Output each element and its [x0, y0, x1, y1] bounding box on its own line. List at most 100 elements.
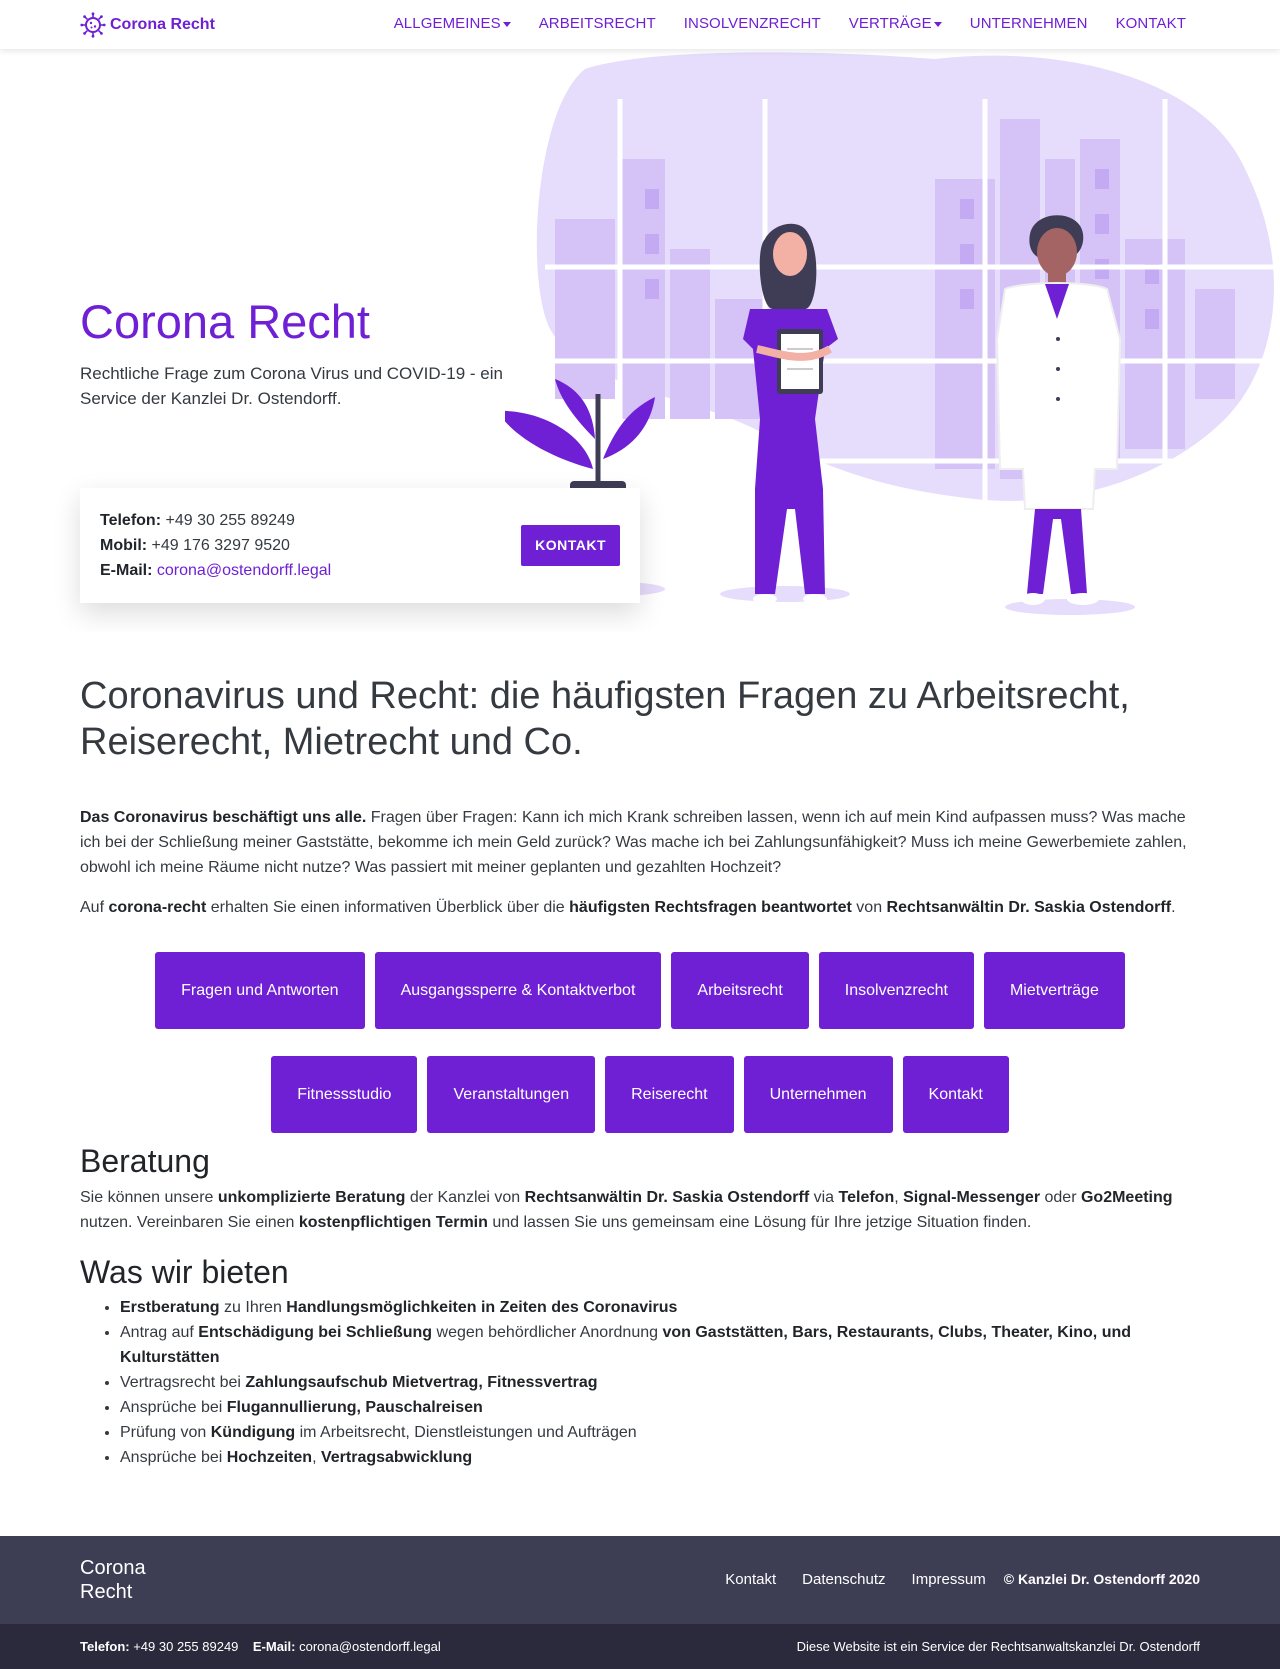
bold-text: Handlungsmöglichkeiten in Zeiten des Cor… [286, 1298, 678, 1316]
text: Sie können unsere [80, 1188, 218, 1206]
contact-mobile-line: Mobil: +49 176 3297 9520 [100, 533, 331, 558]
bold-text: Go2Meeting [1080, 1188, 1173, 1206]
nav-label: ALLGEMEINES [393, 15, 501, 33]
intro-paragraph: Das Coronavirus beschäftigt uns alle. Fr… [80, 805, 1200, 880]
brand-link[interactable]: Corona Recht [80, 11, 215, 38]
topic-button-unternehmen[interactable]: Unternehmen [743, 1056, 893, 1134]
text: Auf [80, 899, 109, 917]
phone-value: +49 30 255 89249 [165, 512, 295, 529]
main-heading: Coronavirus und Recht: die häufigsten Fr… [80, 675, 1130, 763]
text: wegen behördlicher Anordnung [432, 1323, 663, 1341]
beratung-paragraph: Sie können unsere unkomplizierte Beratun… [80, 1185, 1200, 1235]
bold-text: Erstberatung [120, 1298, 220, 1316]
subfooter-phone-label: Telefon: [80, 1638, 130, 1654]
intro-bold: Das Coronavirus beschäftigt uns alle. [80, 809, 367, 827]
list-item: Antrag auf Entschädigung bei Schließung … [120, 1320, 1200, 1370]
nav-item-insolvenzrecht[interactable]: INSOLVENZRECHT [684, 13, 821, 36]
text: im Arbeitsrecht, Dienstleistungen und Au… [295, 1423, 637, 1441]
main-content: Coronavirus und Recht: die häufigsten Fr… [80, 674, 1200, 1470]
mobile-value: +49 176 3297 9520 [151, 537, 290, 554]
footer-link-kontakt[interactable]: Kontakt [725, 1569, 776, 1592]
topic-button-mietvertraege[interactable]: Mietverträge [983, 952, 1125, 1030]
nav-item-arbeitsrecht[interactable]: ARBEITSRECHT [539, 13, 656, 36]
list-item: Vertragsrecht bei Zahlungsaufschub Mietv… [120, 1370, 1200, 1395]
nav-item-kontakt[interactable]: KONTAKT [1116, 13, 1186, 36]
contact-lines: Telefon: +49 30 255 89249 Mobil: +49 176… [100, 508, 331, 583]
topic-button-kontakt[interactable]: Kontakt [902, 1056, 1009, 1134]
list-item: Erstberatung zu Ihren Handlungsmöglichke… [120, 1295, 1200, 1320]
topic-button-insolvenzrecht[interactable]: Insolvenzrecht [818, 952, 974, 1030]
navbar: Corona Recht ALLGEMEINES ARBEITSRECHT IN… [0, 0, 1280, 49]
footer-copyright: © Kanzlei Dr. Ostendorff 2020 [1003, 1571, 1200, 1588]
mobile-label: Mobil: [100, 537, 148, 554]
bold-text: Hochzeiten [226, 1448, 313, 1466]
topic-button-veranstaltungen[interactable]: Veranstaltungen [427, 1056, 596, 1134]
list-item: Prüfung von Kündigung im Arbeitsrecht, D… [120, 1420, 1200, 1445]
list-item: Ansprüche bei Flugannullierung, Pauschal… [120, 1395, 1200, 1420]
email-label: E-Mail: [100, 562, 153, 579]
bold-text: kostenpflichtigen Termin [298, 1213, 488, 1231]
nav-item-vertraege[interactable]: VERTRÄGE [849, 13, 942, 36]
nav-label: UNTERNEHMEN [969, 15, 1088, 33]
kontakt-button[interactable]: KONTAKT [521, 525, 620, 566]
subfooter-service-text: Diese Website ist ein Service der Rechts… [796, 1638, 1200, 1654]
text: , [894, 1188, 904, 1206]
text: Vertragsrecht bei [120, 1373, 246, 1391]
topic-button-reiserecht[interactable]: Reiserecht [605, 1056, 734, 1134]
topic-button-fragen[interactable]: Fragen und Antworten [155, 952, 365, 1030]
bold-text: Flugannullierung, Pauschalreisen [226, 1398, 483, 1416]
overview-paragraph: Auf corona-recht erhalten Sie einen info… [80, 896, 1200, 920]
bold-text: Vertragsabwicklung [320, 1448, 473, 1466]
text: von [851, 899, 887, 917]
nav-item-unternehmen[interactable]: UNTERNEHMEN [970, 13, 1088, 36]
virus-icon [80, 11, 106, 38]
hero-section: Corona Recht Rechtliche Frage zum Corona… [0, 49, 1280, 632]
nav-label: INSOLVENZRECHT [683, 15, 821, 33]
hero-text: Corona Recht Rechtliche Frage zum Corona… [80, 294, 530, 412]
chevron-down-icon [933, 22, 942, 27]
list-item: Ansprüche bei Hochzeiten, Vertragsabwick… [120, 1445, 1200, 1470]
email-link[interactable]: corona@ostendorff.legal [157, 562, 331, 579]
subfooter: Telefon: +49 30 255 89249 E-Mail: corona… [0, 1623, 1280, 1669]
text: via [809, 1188, 839, 1206]
subfooter-email[interactable]: corona@ostendorff.legal [299, 1637, 441, 1657]
nav-label: KONTAKT [1115, 15, 1186, 33]
text: oder [1040, 1188, 1081, 1206]
text: , [312, 1448, 321, 1466]
hero-title: Corona Recht [80, 295, 370, 348]
topic-buttons-row-2: Fitnessstudio Veranstaltungen Reiserecht… [80, 1056, 1200, 1134]
bold-text: Telefon [838, 1188, 895, 1206]
bold-text: Zahlungsaufschub Mietvertrag, Fitnessver… [245, 1373, 598, 1391]
footer-links: Kontakt Datenschutz Impressum © Kanzlei … [725, 1569, 1200, 1592]
footer-brand[interactable]: Corona Recht [80, 1556, 160, 1604]
footer-link-datenschutz[interactable]: Datenschutz [802, 1569, 885, 1592]
footer-link-impressum[interactable]: Impressum [912, 1569, 986, 1592]
nav-item-allgemeines[interactable]: ALLGEMEINES [394, 13, 511, 36]
beratung-heading: Beratung [80, 1143, 210, 1180]
bold-text: Entschädigung bei Schließung [198, 1323, 433, 1341]
topic-button-fitnessstudio[interactable]: Fitnessstudio [271, 1056, 418, 1134]
nav-label: VERTRÄGE [848, 15, 932, 33]
bold-text: corona-recht [108, 899, 207, 917]
text: erhalten Sie einen informativen Überblic… [206, 899, 570, 917]
contact-card: Telefon: +49 30 255 89249 Mobil: +49 176… [80, 488, 640, 603]
footer-brand-line: Corona [80, 1556, 146, 1579]
contact-email-line: E-Mail: corona@ostendorff.legal [100, 558, 331, 583]
bold-text: Signal-Messenger [903, 1188, 1041, 1206]
bold-text: Kündigung [210, 1423, 296, 1441]
topic-button-ausgangssperre[interactable]: Ausgangssperre & Kontaktverbot [374, 952, 662, 1030]
topic-buttons-row-1: Fragen und Antworten Ausgangssperre & Ko… [80, 952, 1200, 1030]
text: der Kanzlei von [405, 1188, 525, 1206]
topic-button-arbeitsrecht[interactable]: Arbeitsrecht [671, 952, 809, 1030]
text: nutzen. Vereinbaren Sie einen [80, 1213, 299, 1231]
bold-text: häufigsten Rechtsfragen beantwortet [569, 899, 852, 917]
footer: Corona Recht Kontakt Datenschutz Impress… [0, 1535, 1280, 1624]
contact-phone-line: Telefon: +49 30 255 89249 [100, 508, 331, 533]
text: Antrag auf [120, 1323, 199, 1341]
text: Prüfung von [120, 1423, 211, 1441]
footer-brand-line: Recht [80, 1580, 133, 1603]
text: . [1171, 899, 1176, 917]
brand-name: Corona Recht [110, 15, 215, 33]
hero-subtitle: Rechtliche Frage zum Corona Virus und CO… [80, 364, 503, 409]
nav-label: ARBEITSRECHT [538, 15, 656, 33]
